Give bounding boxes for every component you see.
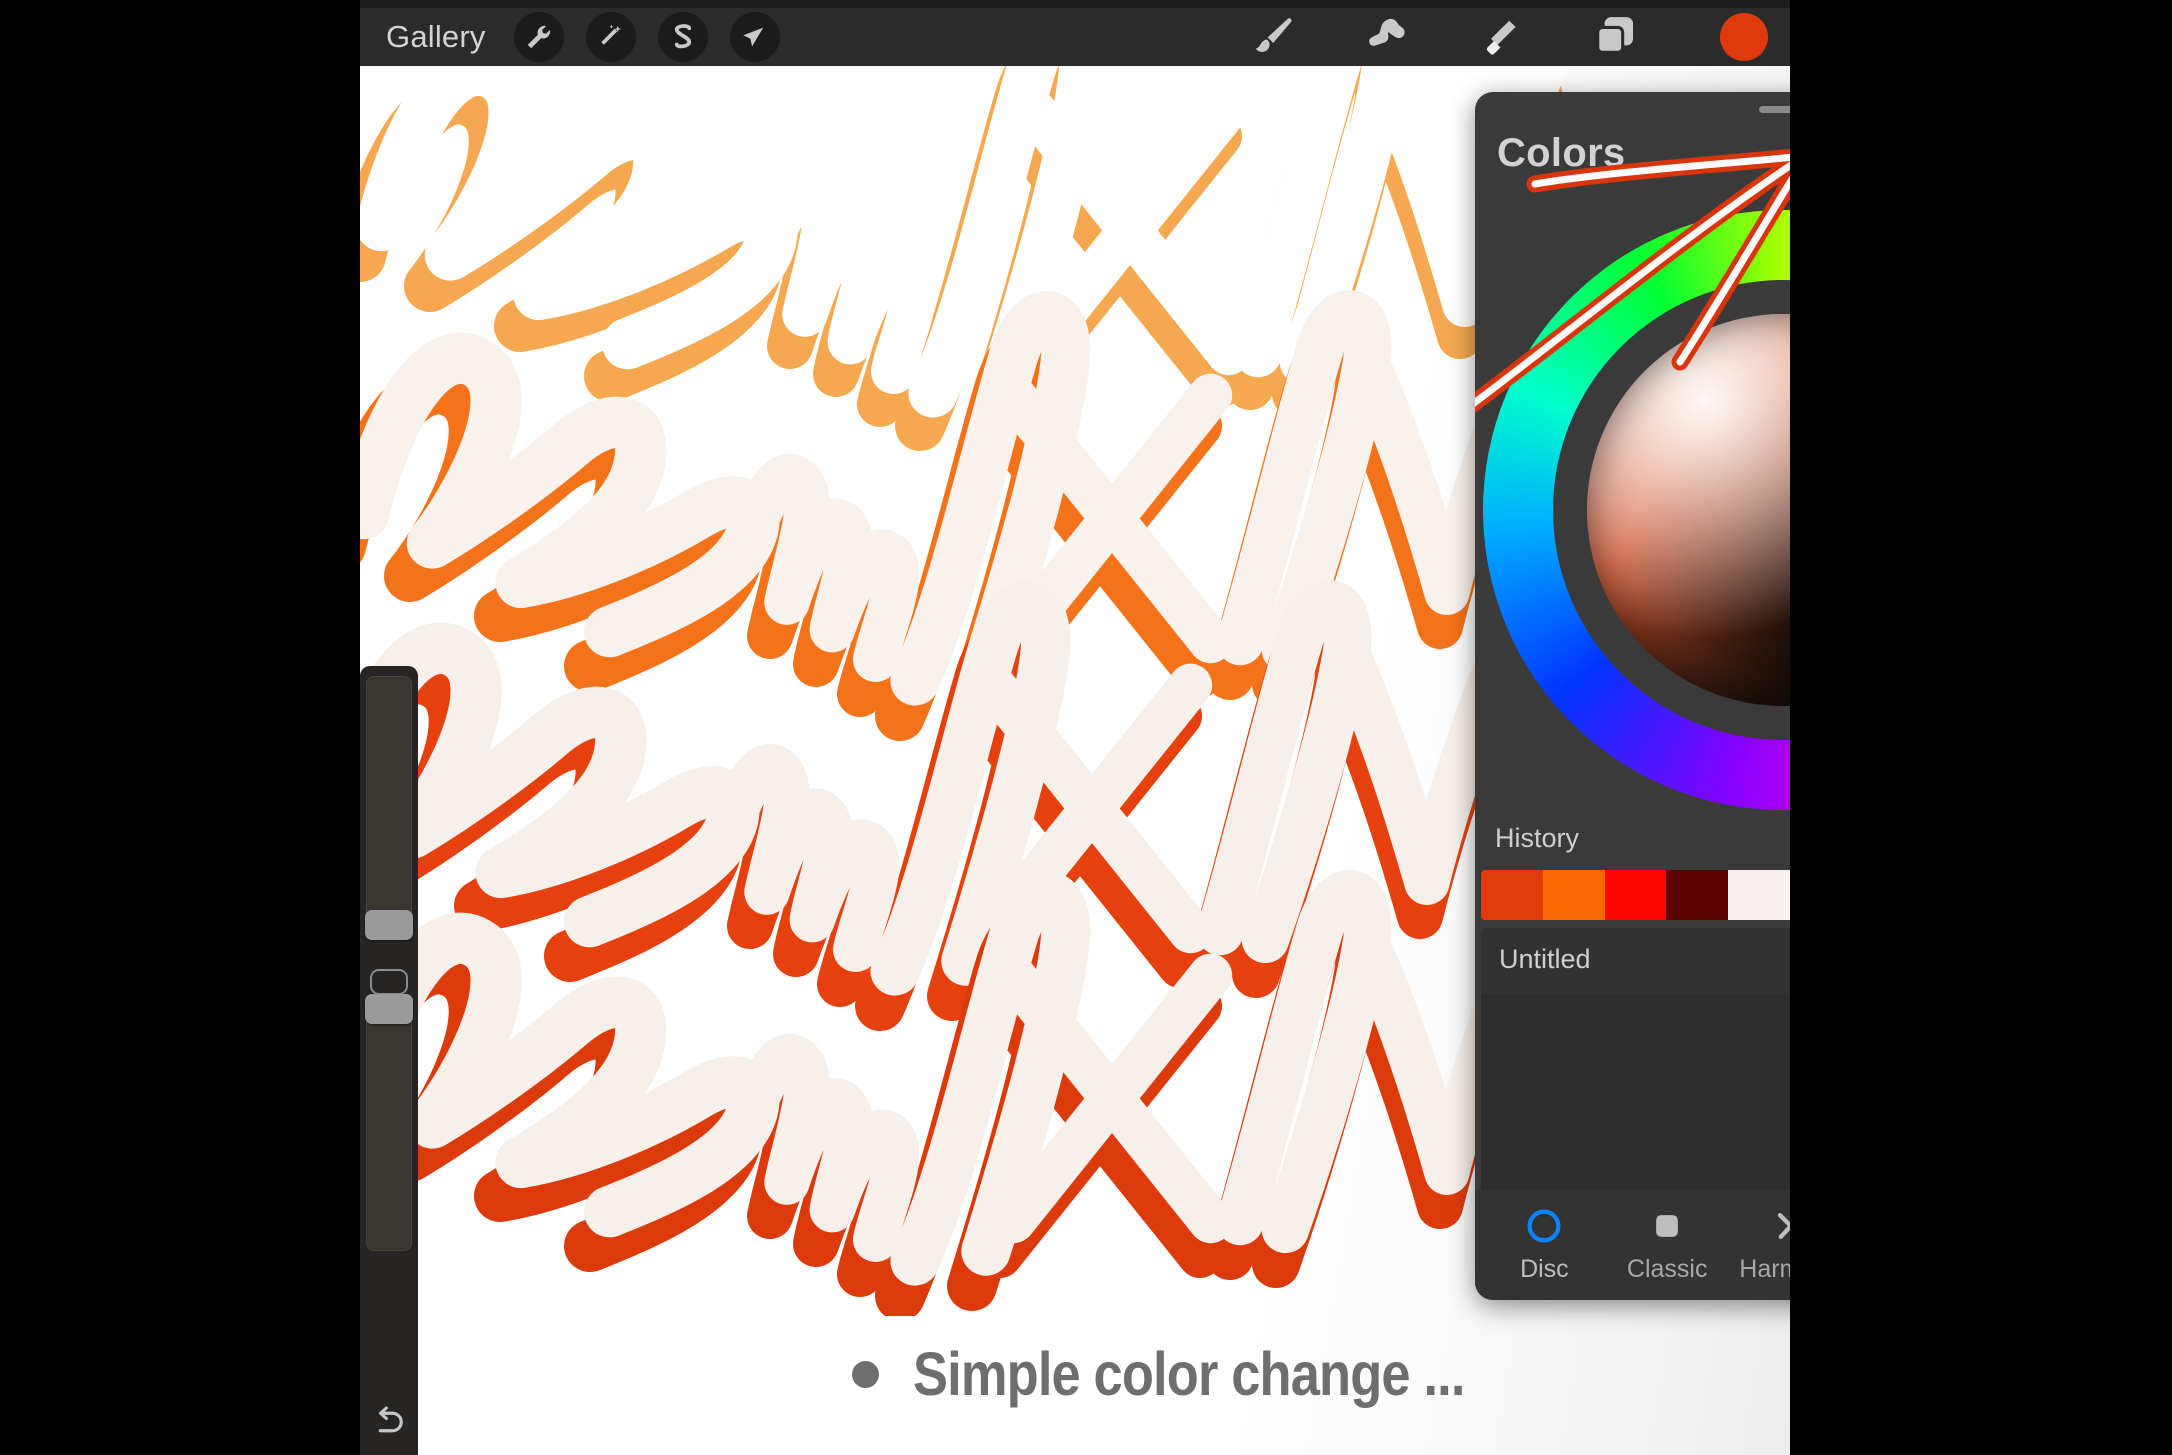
classic-square-icon bbox=[1647, 1206, 1687, 1246]
procreate-app-window: Gallery Simple color change ... Colors H… bbox=[360, 0, 1790, 1455]
history-swatch[interactable] bbox=[1728, 870, 1790, 920]
tab-disc[interactable]: Disc bbox=[1490, 1206, 1598, 1284]
undo-button[interactable] bbox=[366, 1399, 412, 1445]
canvas-caption: Simple color change ... bbox=[360, 1339, 1790, 1409]
paint-brush-icon[interactable] bbox=[1246, 12, 1300, 62]
modify-button[interactable] bbox=[370, 969, 408, 995]
tab-disc-label: Disc bbox=[1520, 1255, 1569, 1283]
caption-text: Simple color change ... bbox=[913, 1340, 1465, 1408]
actions-wrench-icon[interactable] bbox=[513, 12, 564, 62]
screenshot-root: Gallery Simple color change ... Colors H… bbox=[0, 0, 2172, 1455]
brush-size-slider[interactable] bbox=[365, 676, 413, 940]
palette-name[interactable]: Untitled bbox=[1499, 944, 1591, 975]
colors-mode-tabbar: Disc Classic Harm bbox=[1475, 1190, 1790, 1300]
color-disc-area[interactable] bbox=[1475, 188, 1790, 810]
history-swatch-strip[interactable] bbox=[1481, 870, 1790, 920]
panel-drag-handle[interactable] bbox=[1759, 106, 1790, 113]
eraser-icon[interactable] bbox=[1474, 12, 1528, 62]
tab-harmony-label: Harmony bbox=[1739, 1255, 1790, 1283]
current-color-indicator[interactable] bbox=[1720, 13, 1768, 61]
undo-redo-group bbox=[366, 1399, 412, 1455]
opacity-slider[interactable] bbox=[365, 994, 413, 1251]
opacity-knob[interactable] bbox=[365, 994, 413, 1024]
history-swatch[interactable] bbox=[1542, 870, 1605, 920]
left-tool-sidebar bbox=[360, 666, 418, 1455]
palette-block: Untitled bbox=[1481, 928, 1790, 1228]
history-row: History Clear bbox=[1481, 810, 1790, 866]
history-swatch[interactable] bbox=[1481, 870, 1543, 920]
history-swatch[interactable] bbox=[1666, 870, 1729, 920]
tab-classic-label: Classic bbox=[1626, 1255, 1708, 1283]
caption-bullet-icon bbox=[852, 1360, 879, 1388]
colors-panel-header: Colors bbox=[1475, 118, 1790, 188]
toolbar-right-group bbox=[1246, 12, 1790, 62]
history-swatch[interactable] bbox=[1604, 870, 1667, 920]
tab-classic[interactable]: Classic bbox=[1613, 1206, 1721, 1284]
disc-ring-icon bbox=[1524, 1206, 1564, 1246]
adjustments-wand-icon[interactable] bbox=[585, 12, 636, 62]
tab-harmony[interactable]: Harmony bbox=[1736, 1206, 1790, 1284]
brush-size-knob[interactable] bbox=[365, 910, 413, 940]
history-label: History bbox=[1495, 822, 1580, 853]
toolbar-left-group: Gallery bbox=[360, 12, 780, 62]
transform-arrow-icon[interactable] bbox=[729, 12, 780, 62]
panel-title: Colors bbox=[1497, 130, 1626, 175]
top-toolbar: Gallery bbox=[360, 8, 1790, 66]
gallery-button[interactable]: Gallery bbox=[380, 17, 492, 57]
selection-icon[interactable] bbox=[657, 12, 708, 62]
colors-panel: Colors History Untitled Disc Classic Har… bbox=[1475, 92, 1790, 1300]
layers-icon[interactable] bbox=[1588, 12, 1642, 62]
smudge-icon[interactable] bbox=[1360, 12, 1414, 62]
harmony-icon bbox=[1770, 1206, 1790, 1246]
